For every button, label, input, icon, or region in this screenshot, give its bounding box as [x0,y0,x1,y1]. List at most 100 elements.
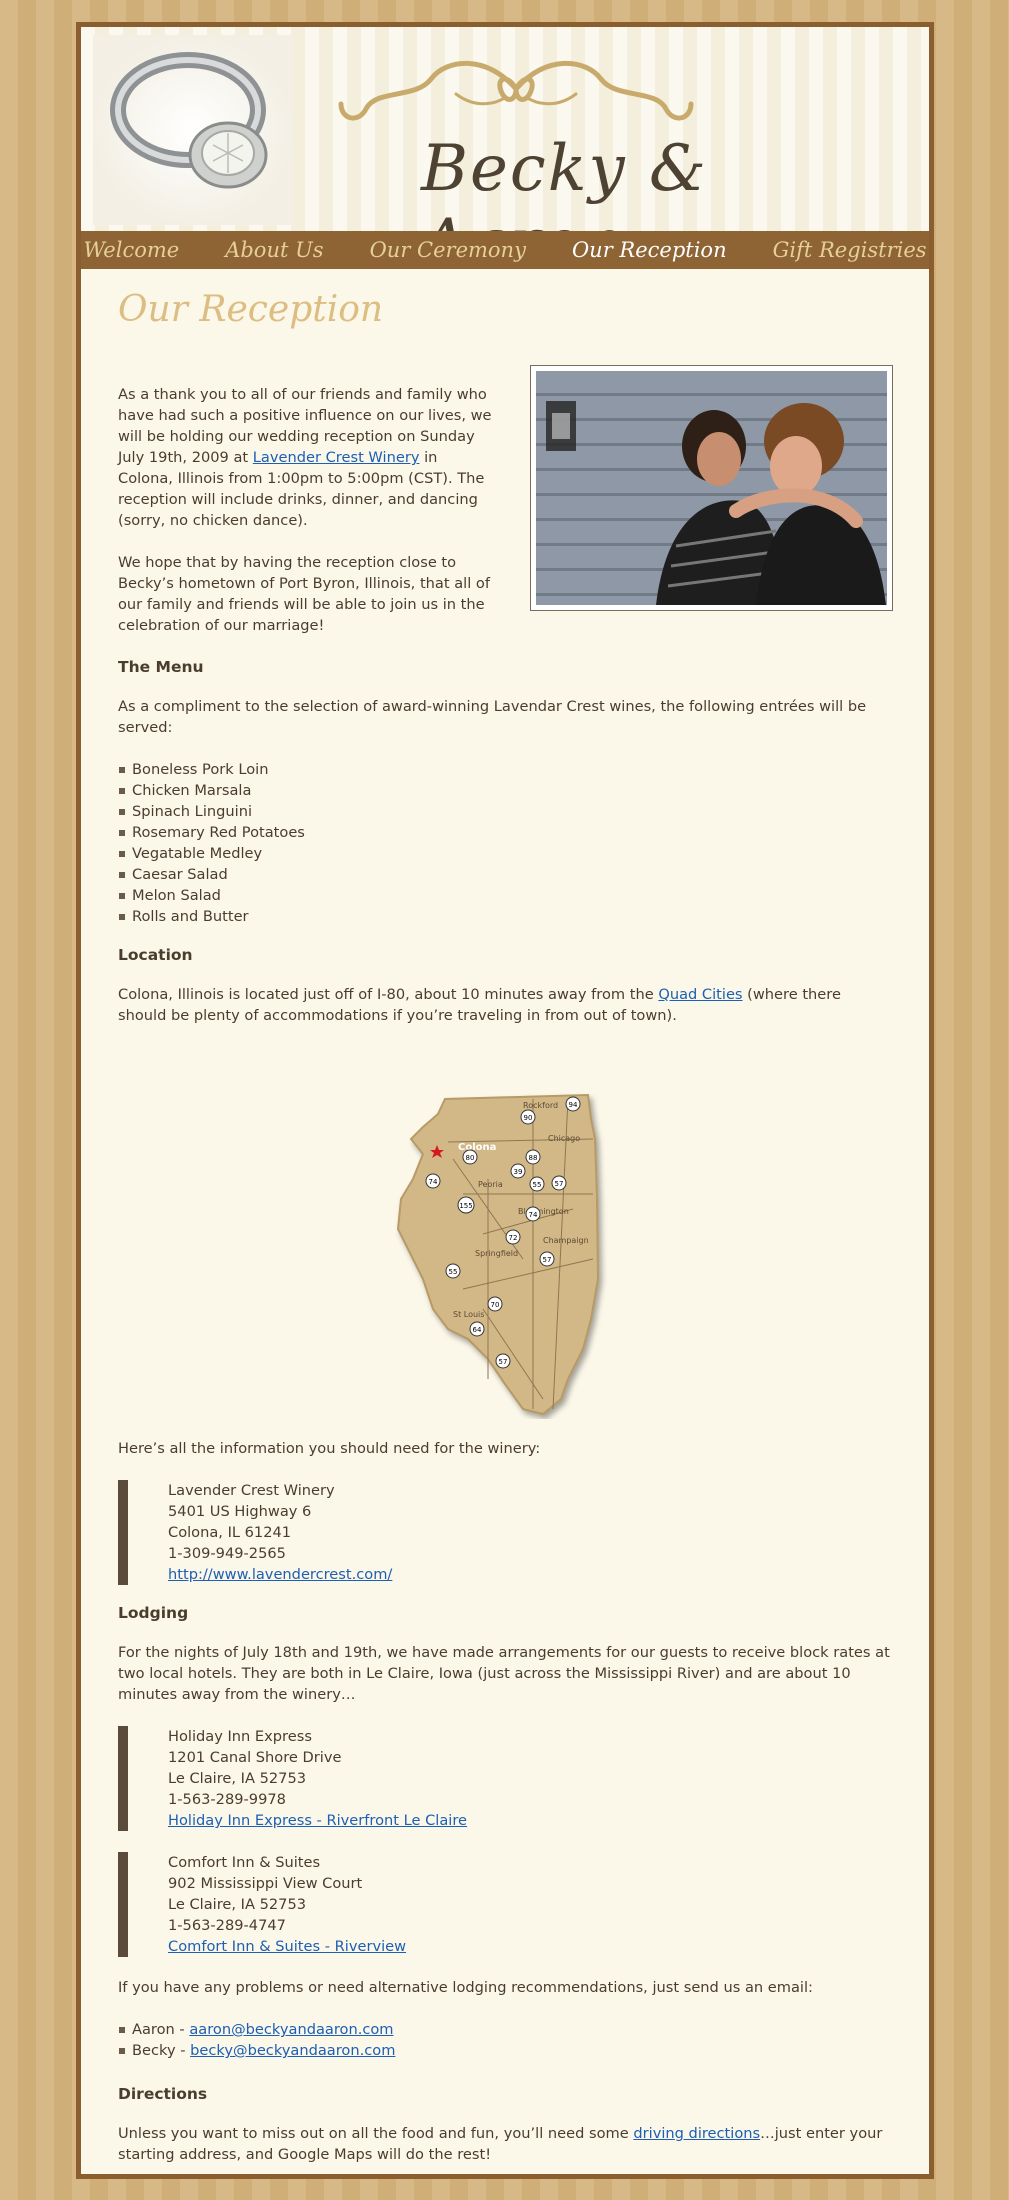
winery-city: Colona, IL 61241 [168,1524,292,1541]
hotel-block: Holiday Inn Express 1201 Canal Shore Dri… [118,1726,467,1831]
comfort-inn-link[interactable]: Comfort Inn & Suites - Riverview [168,1938,406,1955]
directions-heading: Directions [118,2085,208,2103]
svg-text:55: 55 [533,1181,542,1189]
menu-item: Rolls and Butter [118,906,305,927]
directions-text-a: Unless you want to miss out on all the f… [118,2125,634,2142]
svg-text:64: 64 [473,1326,482,1334]
nav-welcome[interactable]: Welcome [83,238,179,262]
nav-our-ceremony[interactable]: Our Ceremony [370,238,526,262]
highway-shield: 55 [445,1263,461,1279]
menu-heading: The Menu [118,658,204,676]
winery-address-block: Lavender Crest Winery 5401 US Highway 6 … [118,1480,392,1585]
map-city-label: Champaign [543,1236,589,1245]
nav-about-us[interactable]: About Us [225,238,323,262]
highway-shield: 74 [425,1173,441,1189]
intro-paragraph-1: As a thank you to all of our friends and… [118,384,493,531]
hotel-block: Comfort Inn & Suites 902 Mississippi Vie… [118,1852,406,1957]
highway-shield: 70 [487,1296,503,1312]
location-heading: Location [118,946,193,964]
highway-shield: 39 [510,1163,526,1179]
menu-item: Chicken Marsala [118,780,305,801]
menu-intro: As a compliment to the selection of awar… [118,698,867,736]
hotel-city: Le Claire, IA 52753 [168,1896,307,1913]
map-city-label: Springfield [475,1249,518,1258]
contact-list: Aaron - aaron@beckyandaaron.com Becky - … [118,2019,395,2061]
winery-street: 5401 US Highway 6 [168,1503,312,1520]
site-header: Becky & Aaron [81,27,929,231]
page-container: Becky & Aaron Welcome About Us Our Cerem… [76,22,934,2179]
menu-item: Spinach Linguini [118,801,305,822]
contact-name: Becky - [132,2042,191,2059]
hotel-phone: 1-563-289-9978 [168,1791,286,1808]
hotel-street: 902 Mississippi View Court [168,1875,363,1892]
svg-text:72: 72 [509,1234,518,1242]
highway-shield: 88 [525,1149,541,1165]
quad-cities-link[interactable]: Quad Cities [658,986,742,1003]
couple-photo-image [546,401,886,605]
highway-shield: 64 [469,1321,485,1337]
hotel-name: Comfort Inn & Suites [168,1854,321,1871]
menu-item: Boneless Pork Loin [118,759,305,780]
map-city-label: St Louis [453,1310,484,1319]
lavender-crest-link[interactable]: Lavender Crest Winery [253,449,420,466]
highway-shield: 90 [520,1109,536,1125]
svg-text:90: 90 [524,1114,533,1122]
winery-phone: 1-309-949-2565 [168,1545,286,1562]
svg-text:88: 88 [529,1154,538,1162]
menu-list: Boneless Pork Loin Chicken Marsala Spina… [118,759,305,927]
lodging-intro: For the nights of July 18th and 19th, we… [118,1644,890,1703]
becky-email-link[interactable]: becky@beckyandaaron.com [190,2042,395,2059]
highway-shield: 94 [565,1096,581,1112]
page-title: Our Reception [118,289,384,330]
highway-shield: 80 [462,1149,478,1165]
menu-item: Caesar Salad [118,864,305,885]
menu-item: Melon Salad [118,885,305,906]
winery-intro: Here’s all the information you should ne… [118,1440,541,1457]
map-city-label: Chicago [548,1134,580,1143]
illinois-map: Rockford Chicago Colona Peoria Bloomingt… [396,1093,600,1416]
svg-text:55: 55 [449,1268,458,1276]
nav-gift-registries[interactable]: Gift Registries [773,238,927,262]
map-city-label: Peoria [478,1180,503,1189]
winery-name: Lavender Crest Winery [168,1482,335,1499]
contact-item: Becky - becky@beckyandaaron.com [118,2040,395,2061]
holiday-inn-link[interactable]: Holiday Inn Express - Riverfront Le Clai… [168,1812,467,1829]
highway-shield: 57 [551,1175,567,1191]
svg-text:57: 57 [543,1256,552,1264]
highway-shield: 57 [539,1251,555,1267]
menu-item: Rosemary Red Potatoes [118,822,305,843]
driving-directions-link[interactable]: driving directions [633,2125,760,2142]
map-city-label: Rockford [523,1101,558,1110]
hotel-city: Le Claire, IA 52753 [168,1770,307,1787]
map-city-label: Colona [458,1142,496,1153]
hotel-phone: 1-563-289-4747 [168,1917,286,1934]
highway-shield: 72 [505,1229,521,1245]
svg-text:94: 94 [569,1101,578,1109]
lodging-heading: Lodging [118,1604,189,1622]
location-text-a: Colona, Illinois is located just off of … [118,986,659,1003]
ornament-swirl [338,60,694,121]
aaron-email-link[interactable]: aaron@beckyandaaron.com [189,2021,393,2038]
couple-photo [530,365,893,611]
svg-text:70: 70 [491,1301,500,1309]
location-text: Colona, Illinois is located just off of … [118,984,893,1026]
hotel-name: Holiday Inn Express [168,1728,312,1745]
couple-names: Becky & Aaron [421,132,708,231]
contact-name: Aaron - [132,2021,190,2038]
directions-text: Unless you want to miss out on all the f… [118,2123,893,2165]
svg-text:74: 74 [429,1178,438,1186]
highway-shield: 57 [495,1353,511,1369]
main-nav: Welcome About Us Our Ceremony Our Recept… [81,231,929,269]
nav-our-reception[interactable]: Our Reception [572,238,727,262]
highway-shield: 55 [529,1176,545,1192]
highway-shield: 155 [457,1196,475,1214]
svg-text:57: 57 [499,1358,508,1366]
svg-text:155: 155 [459,1202,472,1210]
contact-item: Aaron - aaron@beckyandaaron.com [118,2019,395,2040]
svg-text:74: 74 [529,1211,538,1219]
svg-text:80: 80 [466,1154,475,1162]
svg-text:39: 39 [514,1168,523,1176]
ring-image [93,35,293,225]
winery-url-link[interactable]: http://www.lavendercrest.com/ [168,1566,392,1583]
highway-shield: 74 [525,1206,541,1222]
